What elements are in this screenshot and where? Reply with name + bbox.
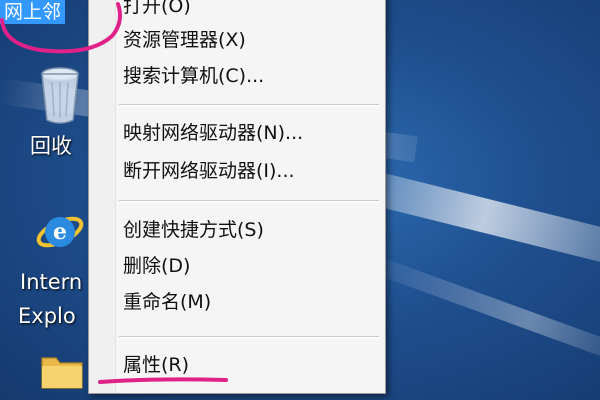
menu-item-search-computer[interactable]: 搜索计算机(C)... — [119, 59, 379, 93]
svg-text:e: e — [53, 219, 67, 245]
menu-item-rename[interactable]: 重命名(M) — [119, 285, 379, 319]
wallpaper-streak — [356, 250, 600, 371]
desktop: 网上邻 回收 e Intern Explo 打开(O) 资源管理器(X) 搜索计… — [0, 0, 600, 400]
menu-item-explorer[interactable]: 资源管理器(X) — [119, 23, 379, 57]
internet-explorer-icon[interactable]: e — [36, 208, 84, 256]
menu-item-delete[interactable]: 删除(D) — [119, 249, 379, 283]
menu-item-create-shortcut[interactable]: 创建快捷方式(S) — [119, 213, 379, 247]
menu-separator — [119, 104, 379, 106]
internet-explorer-label-line2: Explo — [18, 304, 76, 328]
menu-item-disconnect-network-drive[interactable]: 断开网络驱动器(I)... — [119, 154, 379, 188]
menu-item-open[interactable]: 打开(O) — [119, 0, 379, 23]
annotation-circle — [0, 2, 122, 54]
menu-separator — [119, 200, 379, 202]
annotation-underline — [98, 377, 228, 384]
internet-explorer-label-line1: Intern — [20, 270, 83, 294]
folder-icon[interactable] — [40, 350, 84, 390]
menu-item-map-network-drive[interactable]: 映射网络驱动器(N)... — [119, 116, 379, 150]
menu-separator — [119, 336, 379, 338]
recycle-bin-icon[interactable] — [38, 64, 82, 124]
recycle-bin-label: 回收 — [30, 134, 72, 158]
